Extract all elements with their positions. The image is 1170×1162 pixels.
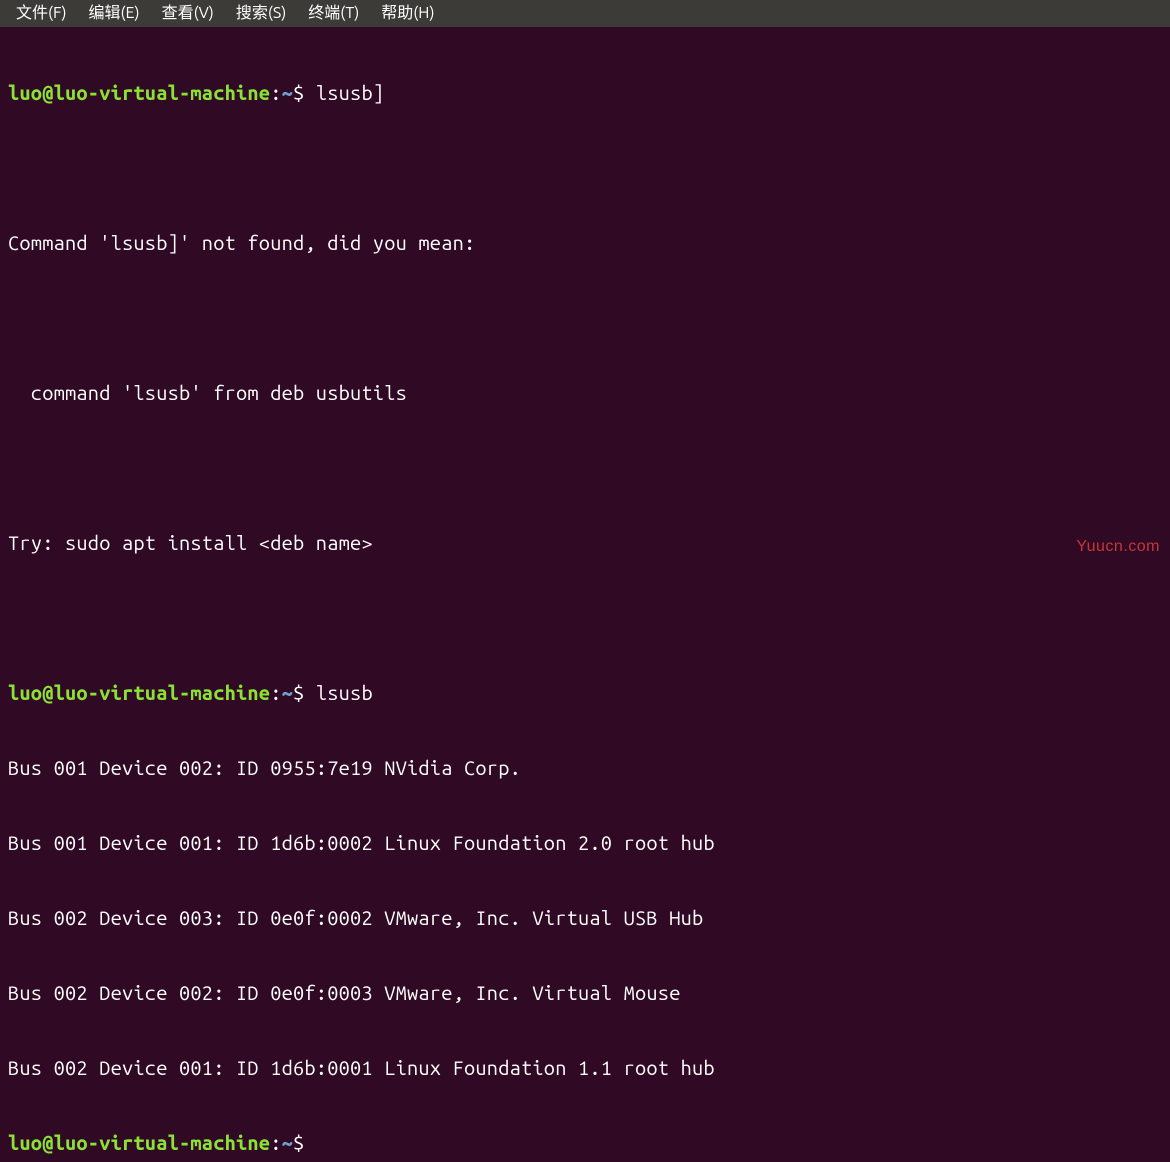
menubar: 文件(F) 编辑(E) 查看(V) 搜索(S) 终端(T) 帮助(H) [0,0,1170,27]
output-line: Bus 001 Device 002: ID 0955:7e19 NVidia … [8,755,1162,780]
menu-terminal[interactable]: 终端(T) [308,1,359,26]
output-line: Bus 002 Device 003: ID 0e0f:0002 VMware,… [8,905,1162,930]
prompt-host: luo-virtual-machine [54,1131,271,1154]
prompt-colon: : [270,681,281,704]
prompt-path: ~ [282,1131,293,1154]
prompt-colon: : [270,1131,281,1154]
prompt-host: luo-virtual-machine [54,81,271,104]
command-text-1: lsusb] [316,81,384,104]
prompt-user: luo [8,681,42,704]
output-line [8,155,1162,180]
prompt-line-2: luo@luo-virtual-machine:~$ lsusb [8,680,1162,705]
prompt-path: ~ [282,81,293,104]
output-line: command 'lsusb' from deb usbutils [8,380,1162,405]
cursor-icon [316,1134,326,1154]
output-line: Command 'lsusb]' not found, did you mean… [8,230,1162,255]
prompt-line-3: luo@luo-virtual-machine:~$ [8,1130,1162,1155]
output-line [8,605,1162,630]
prompt-dollar: $ [293,681,304,704]
watermark: Yuucn.com [1076,534,1160,559]
prompt-host: luo-virtual-machine [54,681,271,704]
prompt-user: luo [8,1131,42,1154]
prompt-at: @ [42,1131,53,1154]
prompt-user: luo [8,81,42,104]
output-line [8,455,1162,480]
prompt-colon: : [270,81,281,104]
prompt-at: @ [42,81,53,104]
prompt-path: ~ [282,681,293,704]
output-line: Bus 002 Device 002: ID 0e0f:0003 VMware,… [8,980,1162,1005]
terminal-body[interactable]: luo@luo-virtual-machine:~$ lsusb] Comman… [0,27,1170,1162]
prompt-at: @ [42,681,53,704]
output-line [8,305,1162,330]
prompt-line-1: luo@luo-virtual-machine:~$ lsusb] [8,80,1162,105]
menu-search[interactable]: 搜索(S) [236,1,286,26]
output-line: Bus 001 Device 001: ID 1d6b:0002 Linux F… [8,830,1162,855]
menu-help[interactable]: 帮助(H) [381,1,434,26]
menu-file[interactable]: 文件(F) [16,1,67,26]
output-line: Bus 002 Device 001: ID 1d6b:0001 Linux F… [8,1055,1162,1080]
menu-view[interactable]: 查看(V) [162,1,214,26]
prompt-dollar: $ [293,1131,304,1154]
output-line: Try: sudo apt install <deb name> [8,530,1162,555]
command-text-2: lsusb [316,681,373,704]
prompt-dollar: $ [293,81,304,104]
menu-edit[interactable]: 编辑(E) [89,1,140,26]
